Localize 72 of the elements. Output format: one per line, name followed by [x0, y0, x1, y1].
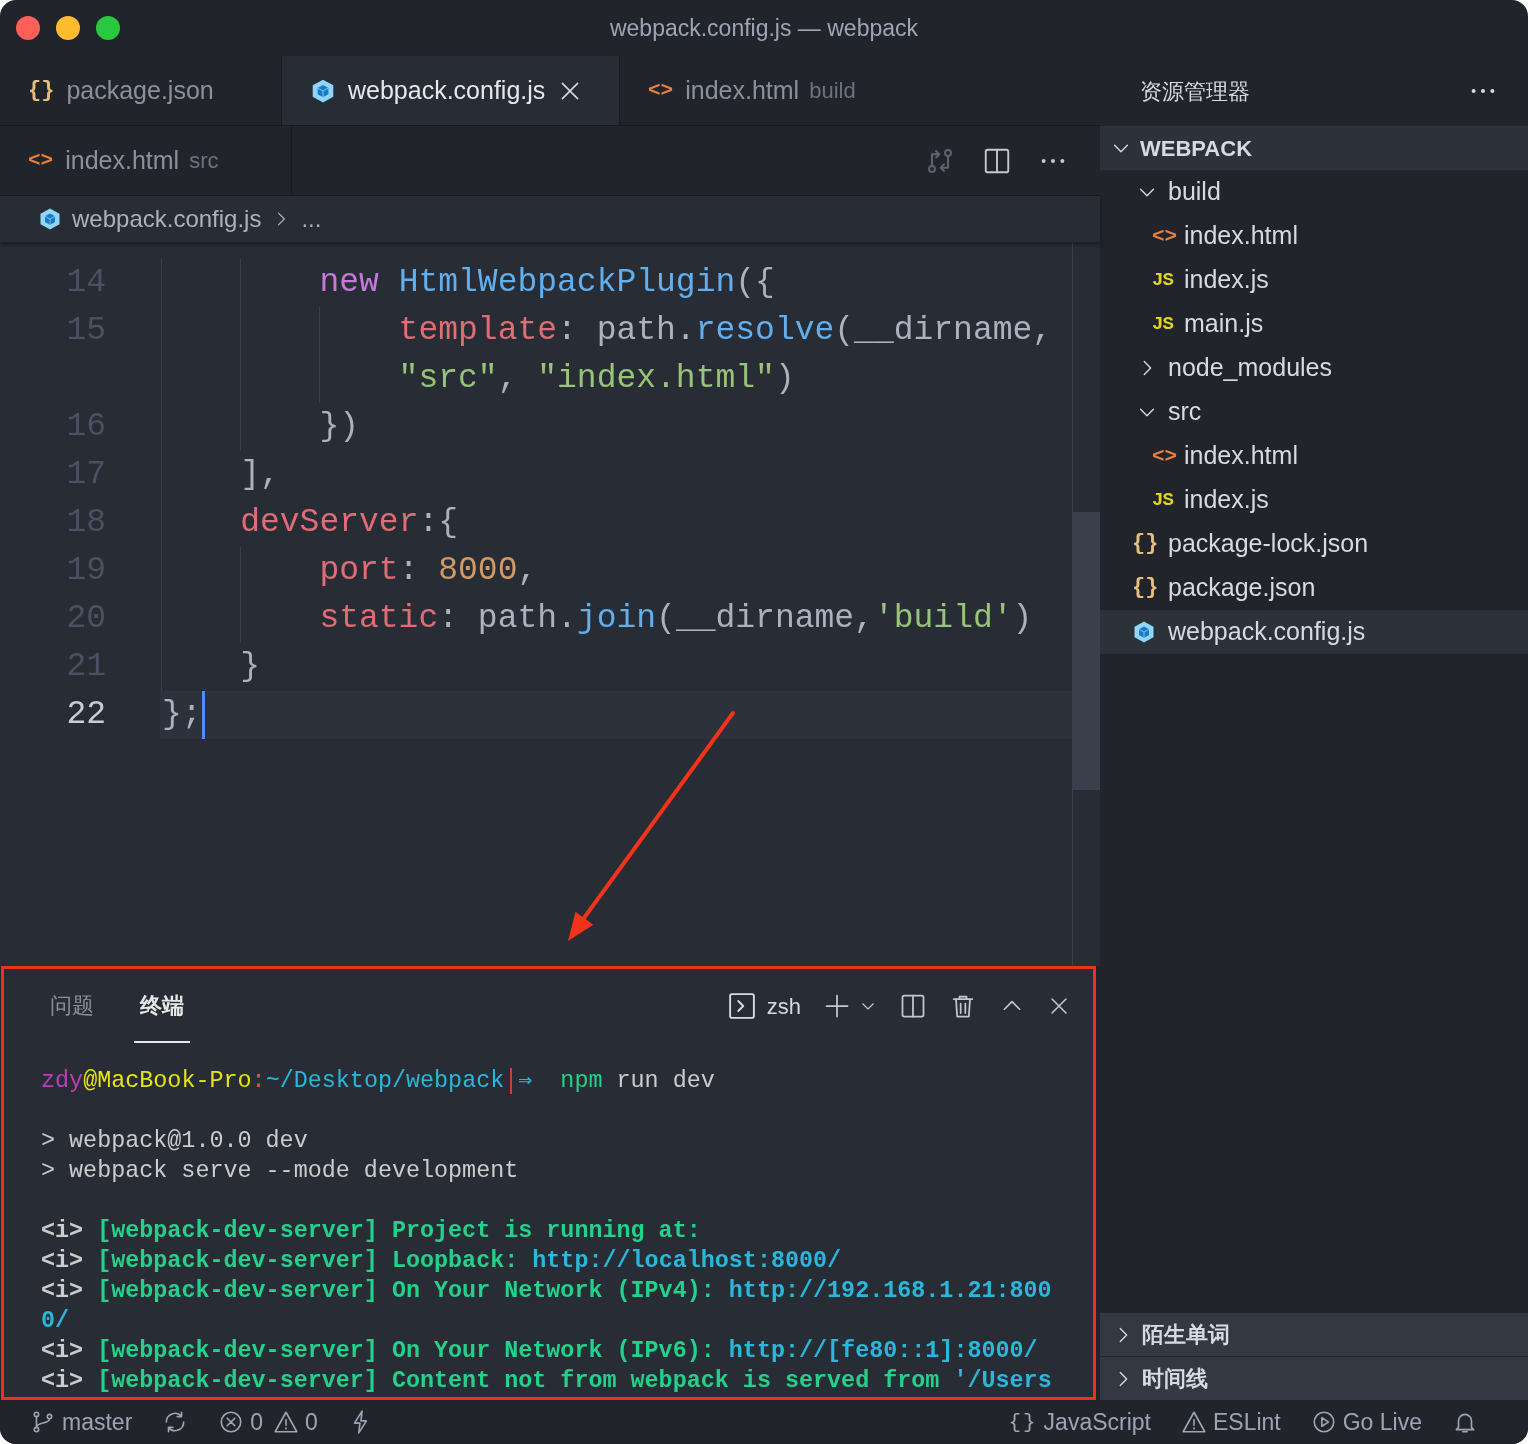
file-item[interactable]: webpack.config.js	[1100, 610, 1528, 654]
split-terminal-icon[interactable]	[899, 992, 927, 1020]
js-icon: JS	[1152, 270, 1173, 290]
editor-tab[interactable]: webpack.config.js	[282, 56, 620, 125]
code-line: static: path.join(__dirname,'build')	[162, 595, 1033, 643]
text-cursor	[201, 691, 205, 739]
terminal-line: <i> [webpack-dev-server] On Your Network (IPv4): http://192.168.1.21:800	[41, 1277, 1053, 1306]
js-icon: JS	[1152, 314, 1173, 334]
code-line: devServer:{	[162, 499, 459, 547]
folder-item[interactable]: src	[1100, 390, 1528, 434]
braces-icon: {}	[1132, 577, 1159, 599]
code-line: port: 8000,	[162, 547, 538, 595]
file-item[interactable]: JS main.js	[1100, 302, 1528, 346]
language-mode[interactable]: {} JavaScript	[1008, 1404, 1151, 1440]
breadcrumb-more[interactable]: ...	[301, 201, 322, 237]
terminal-line: > webpack serve --mode development	[41, 1157, 520, 1186]
code-line: new HtmlWebpackPlugin({	[162, 259, 775, 307]
panel-tab[interactable]: 问题	[44, 969, 100, 1043]
window-title: webpack.config.js — webpack	[609, 14, 919, 41]
warning-icon	[1180, 1409, 1207, 1435]
terminal-line: > webpack@1.0.0 dev	[41, 1127, 309, 1156]
eslint-status[interactable]: ESLint	[1180, 1404, 1281, 1440]
branch-status[interactable]: master	[30, 1404, 133, 1440]
braces-icon: {}	[28, 79, 55, 102]
terminal-selector[interactable]: zsh	[726, 989, 801, 1023]
explorer-title: 资源管理器	[1140, 77, 1250, 106]
code-line: };	[162, 695, 202, 735]
warnings-status[interactable]: 0	[273, 1404, 318, 1440]
cube-icon	[310, 77, 336, 104]
braces-icon: {}	[1132, 533, 1159, 555]
js-icon: JS	[1152, 490, 1173, 510]
terminal-line: <i> [webpack-dev-server] Loopback: http://localhost:8000/	[41, 1247, 843, 1276]
braces-icon: {}	[1008, 1411, 1038, 1433]
angle-brackets-icon: <>	[28, 150, 54, 171]
terminal-line: <i> [webpack-dev-server] On Your Network (IPv6): http://[fe80::1]:8000/	[41, 1337, 1039, 1366]
angle-brackets-icon: <>	[648, 80, 674, 101]
file-item[interactable]: JS index.js	[1100, 258, 1528, 302]
cube-icon	[1132, 620, 1156, 644]
breadcrumb-file[interactable]: webpack.config.js	[72, 201, 262, 237]
angle-brackets-icon: <>	[1152, 225, 1178, 247]
zoom-window-button[interactable]	[96, 16, 120, 40]
file-item[interactable]: {} package.json	[1100, 566, 1528, 610]
code-line: ],	[162, 451, 280, 499]
errors-status[interactable]: 0	[218, 1404, 264, 1440]
code-line: })	[162, 403, 359, 451]
plus-icon[interactable]	[823, 992, 851, 1020]
folder-header[interactable]: WEBPACK	[1100, 126, 1528, 170]
warning-icon	[273, 1409, 300, 1435]
section-header[interactable]: 陌生单词	[1100, 1312, 1528, 1356]
folder-item[interactable]: build	[1100, 170, 1528, 214]
file-item[interactable]: <> index.html	[1100, 434, 1528, 478]
code-line: template: path.resolve(__dirname,	[162, 307, 1053, 355]
angle-brackets-icon: <>	[1152, 445, 1178, 467]
cube-icon	[38, 207, 62, 231]
folder-item[interactable]: node_modules	[1100, 346, 1528, 390]
panel-tab[interactable]: 终端	[134, 969, 190, 1043]
terminal-line: <i> [webpack-dev-server] Content not from webpack is served from '/Users	[41, 1367, 1053, 1396]
terminal-line: 0/	[41, 1307, 71, 1336]
terminal-line: zdy@MacBook-Pro:~/Desktop/webpack ⇒ npm run dev	[41, 1067, 716, 1096]
section-header[interactable]: 时间线	[1100, 1356, 1528, 1400]
line-number: 22	[66, 696, 106, 733]
play-icon	[1310, 1409, 1337, 1435]
terminal-line: <i> [webpack-dev-server] Project is running at:	[41, 1217, 702, 1246]
file-item[interactable]: {} package-lock.json	[1100, 522, 1528, 566]
minimize-window-button[interactable]	[56, 16, 80, 40]
file-item[interactable]: JS index.js	[1100, 478, 1528, 522]
terminal-icon	[726, 991, 757, 1021]
file-item[interactable]: <> index.html	[1100, 214, 1528, 258]
scrollbar-thumb[interactable]	[1073, 512, 1100, 790]
code-line: "src", "index.html")	[162, 355, 795, 403]
close-window-button[interactable]	[16, 16, 40, 40]
go-live-button[interactable]: Go Live	[1310, 1404, 1422, 1440]
